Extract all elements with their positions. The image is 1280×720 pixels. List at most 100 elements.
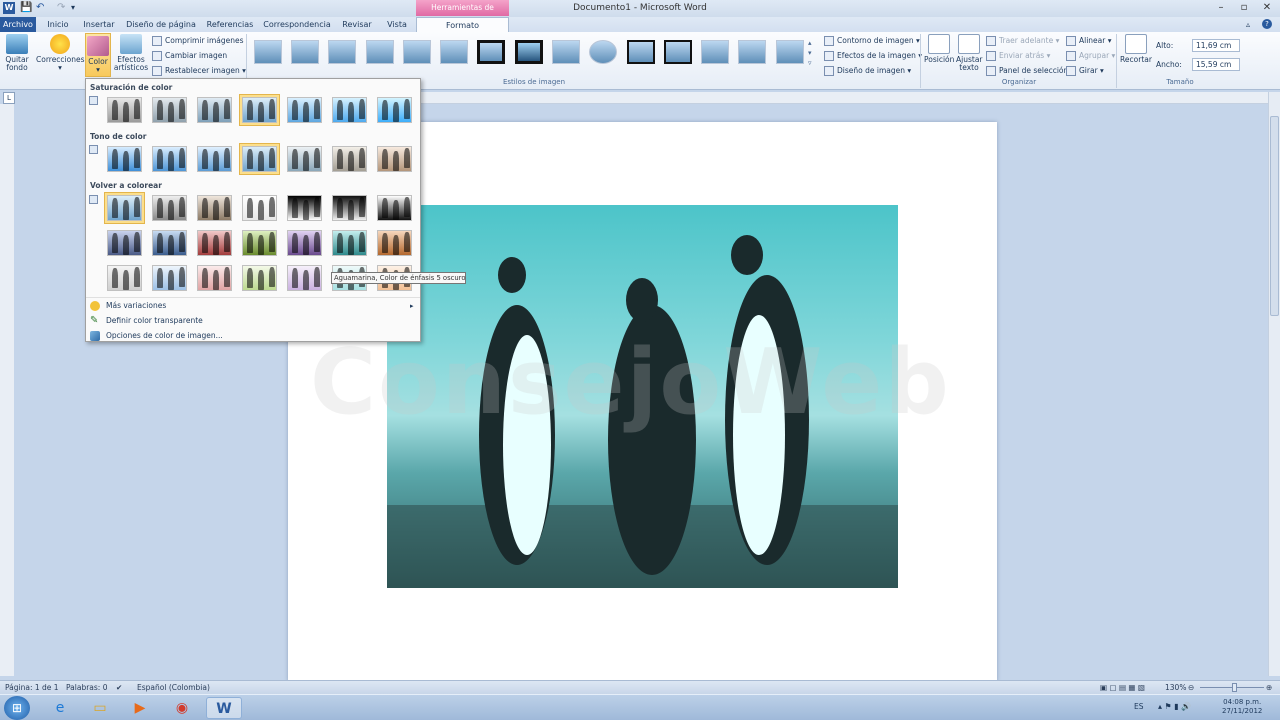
page-count[interactable]: Página: 1 de 1 <box>5 681 59 694</box>
row-rc1-option-2[interactable] <box>149 192 190 224</box>
zoom-slider-thumb[interactable] <box>1232 683 1237 692</box>
view-buttons-icon[interactable]: ▣ ▢ ▤ ▦ ▧ <box>1100 681 1145 694</box>
row-rc2-option-3[interactable] <box>194 227 235 259</box>
align-button[interactable]: Alinear ▾ <box>1066 34 1112 47</box>
picture-style-13[interactable] <box>701 40 729 64</box>
zoom-in-icon[interactable]: ⊕ <box>1266 681 1272 694</box>
more-variations-item[interactable]: Más variaciones <box>106 299 166 313</box>
word-count[interactable]: Palabras: 0 <box>66 681 108 694</box>
row-rc3-option-5[interactable] <box>284 262 325 294</box>
row-sat-option-2[interactable] <box>149 94 190 126</box>
styles-gallery-scroll[interactable]: ▴ ▾ ▿ <box>808 38 816 68</box>
selection-pane-button[interactable]: Panel de selección <box>986 64 1068 77</box>
picture-style-5[interactable] <box>403 40 431 64</box>
picture-border-button[interactable]: Contorno de imagen ▾ <box>824 34 920 47</box>
row-tone-option-7[interactable] <box>374 143 415 175</box>
picture-style-2[interactable] <box>291 40 319 64</box>
media-player-icon[interactable]: ▶ <box>122 697 158 719</box>
picture-style-9[interactable] <box>552 40 580 64</box>
zoom-out-icon[interactable]: ⊖ <box>1188 681 1194 694</box>
close-icon[interactable]: ✕ <box>1259 2 1275 14</box>
row-rc1-option-5[interactable] <box>284 192 325 224</box>
row-sat-option-6[interactable] <box>329 94 370 126</box>
picture-style-4[interactable] <box>366 40 394 64</box>
help-icon[interactable]: ? <box>1262 19 1272 29</box>
picture-style-12[interactable] <box>664 40 692 64</box>
minimize-icon[interactable]: – <box>1213 2 1229 14</box>
picture-style-8[interactable] <box>515 40 543 64</box>
row-tone-option-5[interactable] <box>284 143 325 175</box>
row-sat-option-3[interactable] <box>194 94 235 126</box>
word-taskbar-icon[interactable]: W <box>206 697 242 719</box>
row-sat-option-1[interactable] <box>104 94 145 126</box>
picture-style-11[interactable] <box>627 40 655 64</box>
row-rc3-option-2[interactable] <box>149 262 190 294</box>
vertical-ruler[interactable] <box>0 104 14 676</box>
picture-style-6[interactable] <box>440 40 468 64</box>
picture-style-7[interactable] <box>477 40 505 64</box>
row-rc2-option-1[interactable] <box>104 227 145 259</box>
tab-referencias[interactable]: Referencias <box>204 17 256 32</box>
row-tone-option-3[interactable] <box>194 143 235 175</box>
row-rc1-option-4[interactable] <box>239 192 280 224</box>
picture-style-14[interactable] <box>738 40 766 64</box>
zoom-level[interactable]: 130% <box>1165 681 1186 694</box>
corrections-button[interactable]: Correcciones ▾ <box>36 34 85 72</box>
row-tone-option-4[interactable] <box>239 143 280 175</box>
chrome-icon[interactable]: ◉ <box>164 697 200 719</box>
tab-archivo[interactable]: Archivo <box>0 17 36 32</box>
start-button-icon[interactable]: ⊞ <box>4 696 30 720</box>
ribbon-collapse-icon[interactable]: ▵ <box>1246 20 1250 29</box>
artistic-effects-button[interactable]: Efectos artísticos <box>112 34 150 72</box>
color-button[interactable]: Color ▾ <box>85 33 111 77</box>
row-rc1-option-7[interactable] <box>374 192 415 224</box>
row-tone-option-1[interactable] <box>104 143 145 175</box>
color-options-item[interactable]: Opciones de color de imagen... <box>106 329 223 343</box>
row-rc3-option-4[interactable] <box>239 262 280 294</box>
explorer-icon[interactable]: ▭ <box>82 697 118 719</box>
tab-diseno-pagina[interactable]: Diseño de página <box>124 17 198 32</box>
set-transparent-color-item[interactable]: Definir color transparente <box>106 314 203 328</box>
row-rc2-option-5[interactable] <box>284 227 325 259</box>
group-button[interactable]: Agrupar ▾ <box>1066 49 1115 62</box>
tray-icons[interactable]: ▴ ⚑ ▮ 🔊 <box>1158 702 1191 711</box>
vertical-scrollbar[interactable] <box>1268 92 1280 676</box>
crop-button[interactable]: Recortar <box>1120 34 1152 64</box>
row-sat-option-5[interactable] <box>284 94 325 126</box>
horizontal-ruler[interactable] <box>282 92 1280 104</box>
remove-background-button[interactable]: Quitar fondo <box>3 34 31 72</box>
maximize-icon[interactable]: ▫ <box>1236 2 1252 14</box>
change-image-button[interactable]: Cambiar imagen <box>152 49 227 62</box>
bring-forward-button[interactable]: Traer adelante ▾ <box>986 34 1059 47</box>
language-status[interactable]: Español (Colombia) <box>137 681 210 694</box>
row-rc1-option-3[interactable] <box>194 192 235 224</box>
ie-icon[interactable]: e <box>42 697 78 719</box>
proofing-icon[interactable]: ✔ <box>116 681 122 694</box>
picture-style-1[interactable] <box>254 40 282 64</box>
row-rc2-option-7[interactable] <box>374 227 415 259</box>
row-tone-option-6[interactable] <box>329 143 370 175</box>
width-input[interactable]: 15,59 cm <box>1192 58 1240 71</box>
row-rc1-option-1[interactable] <box>104 192 145 224</box>
rotate-button[interactable]: Girar ▾ <box>1066 64 1104 77</box>
reset-image-button[interactable]: Restablecer imagen ▾ <box>152 64 246 77</box>
wrap-text-button[interactable]: Ajustar texto <box>956 34 983 72</box>
row-sat-option-7[interactable] <box>374 94 415 126</box>
clock[interactable]: 04:08 p.m. 27/11/2012 <box>1222 698 1262 716</box>
tab-correspondencia[interactable]: Correspondencia <box>262 17 332 32</box>
row-rc3-option-3[interactable] <box>194 262 235 294</box>
input-language[interactable]: ES <box>1134 702 1144 711</box>
row-sat-option-4[interactable] <box>239 94 280 126</box>
row-rc2-option-2[interactable] <box>149 227 190 259</box>
picture-effects-button[interactable]: Efectos de la imagen ▾ <box>824 49 922 62</box>
row-rc3-option-1[interactable] <box>104 262 145 294</box>
row-rc2-option-6[interactable] <box>329 227 370 259</box>
row-rc1-option-6[interactable] <box>329 192 370 224</box>
row-tone-option-2[interactable] <box>149 143 190 175</box>
tab-selector-icon[interactable]: L <box>3 92 15 104</box>
picture-layout-button[interactable]: Diseño de imagen ▾ <box>824 64 911 77</box>
tab-inicio[interactable]: Inicio <box>42 17 74 32</box>
picture-style-10[interactable] <box>589 40 617 64</box>
height-input[interactable]: 11,69 cm <box>1192 39 1240 52</box>
send-backward-button[interactable]: Enviar atrás ▾ <box>986 49 1050 62</box>
